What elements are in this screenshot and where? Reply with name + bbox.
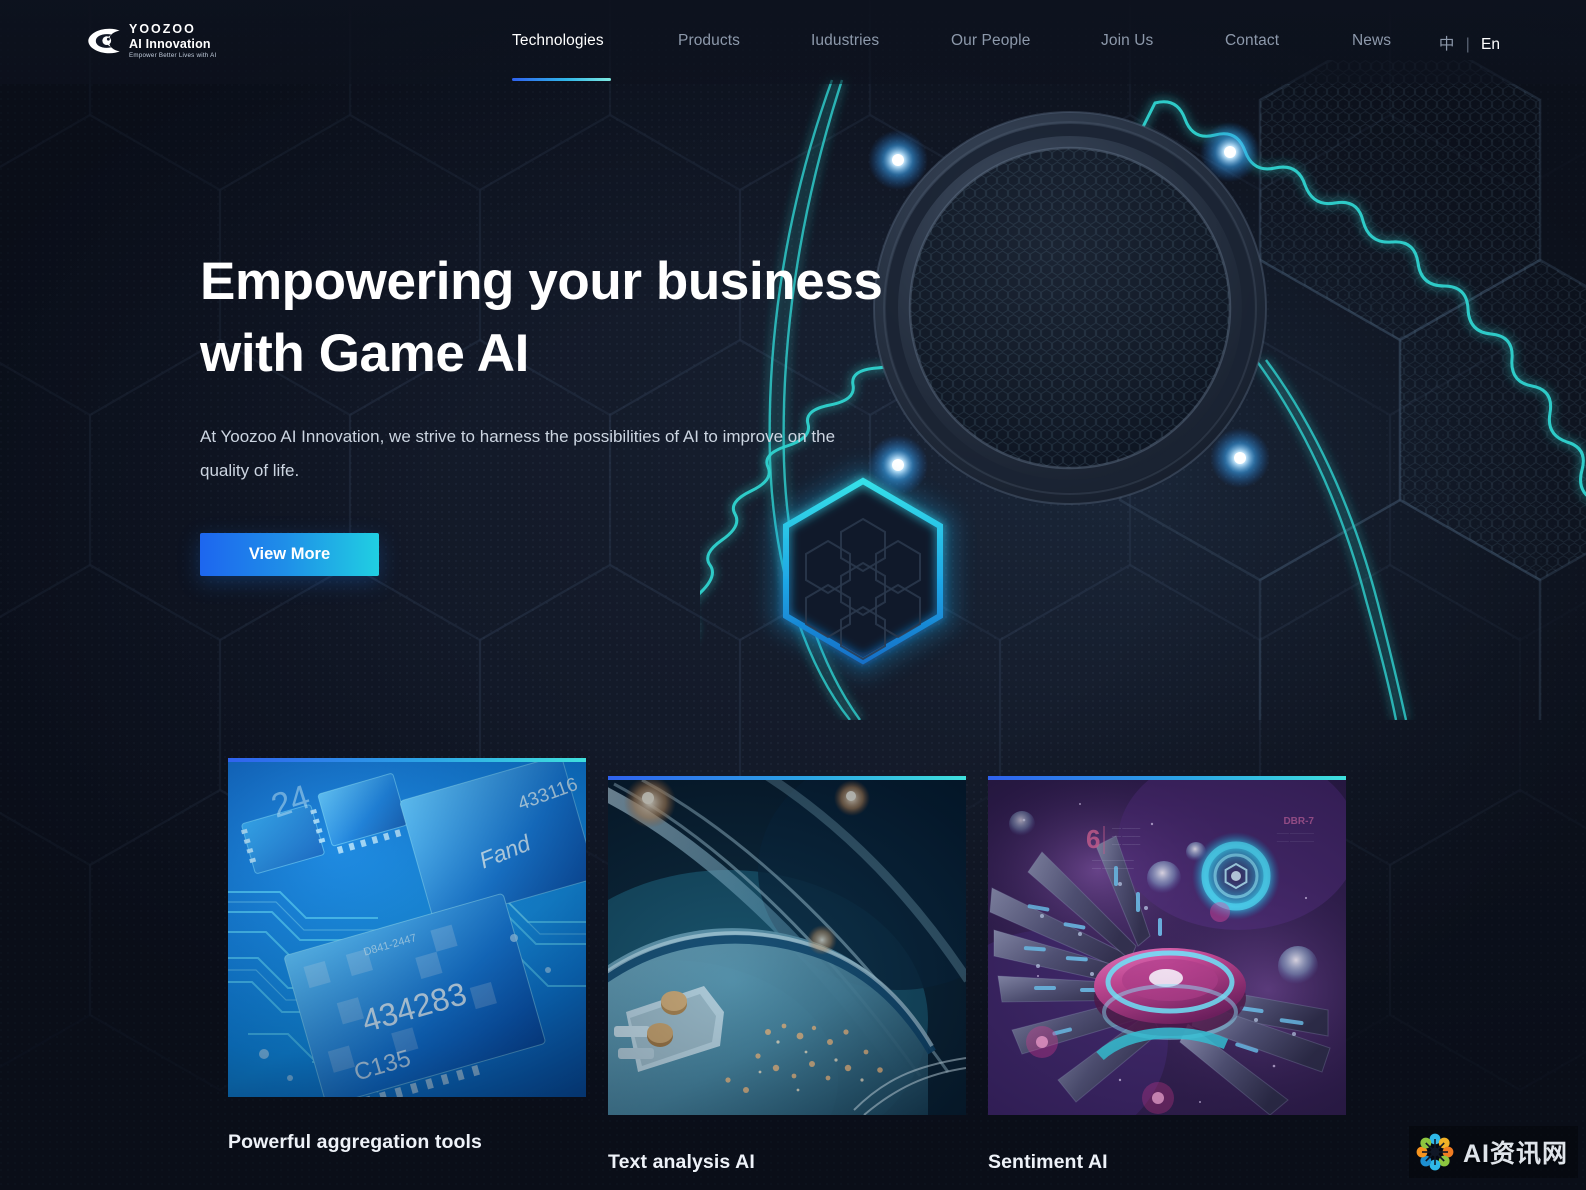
hero-title-line2: with Game AI [200, 324, 529, 384]
primary-navigation: Technologies Products Iudustries Our Peo… [0, 0, 1586, 84]
nav-item-news[interactable]: News [1352, 32, 1391, 50]
flower-petals-logo-icon [1416, 1133, 1454, 1171]
language-option-en[interactable]: En [1481, 36, 1500, 53]
nav-item-industries[interactable]: Iudustries [811, 32, 879, 50]
card-image: 433116 Fand D841-2447 434283 [228, 762, 586, 1097]
language-option-cn[interactable]: 中 [1439, 36, 1455, 53]
card-title: Powerful aggregation tools [228, 1131, 482, 1153]
hero-title-line1: Empowering your business [200, 252, 883, 311]
hero-title: Empowering your business with Game AI [200, 246, 960, 390]
nav-item-products[interactable]: Products [678, 32, 740, 50]
page-root: YOOZOO AI Innovation Empower Better Live… [0, 0, 1586, 1190]
language-separator: | [1465, 36, 1470, 53]
card-powerful-aggregation-tools[interactable]: 433116 Fand D841-2447 434283 [228, 758, 586, 1154]
nav-item-contact[interactable]: Contact [1225, 32, 1279, 50]
card-title: Text analysis AI [608, 1151, 755, 1173]
card-title: Sentiment AI [988, 1151, 1108, 1173]
nav-item-join-us[interactable]: Join Us [1101, 32, 1153, 50]
nav-active-underline [512, 78, 611, 81]
hero-subtitle: At Yoozoo AI Innovation, we strive to ha… [200, 427, 836, 480]
site-header: YOOZOO AI Innovation Empower Better Live… [0, 0, 1586, 84]
view-more-button[interactable]: View More [200, 533, 379, 577]
hero-section: Empowering your business with Game AI At… [200, 246, 960, 577]
card-sentiment-ai[interactable]: 6 —— ———— —— ———— —— ———— —— ——————— —— … [988, 776, 1346, 1174]
card-image: 6 —— ———— —— ———— —— ———— —— ——————— —— … [988, 780, 1346, 1115]
watermark: AI资讯网 [1408, 1126, 1578, 1178]
nav-item-our-people[interactable]: Our People [951, 32, 1030, 50]
card-image [608, 780, 966, 1115]
watermark-text: AI资讯网 [1462, 1140, 1568, 1168]
nav-item-technologies[interactable]: Technologies [512, 32, 604, 50]
language-switcher[interactable]: 中 | En [1439, 32, 1500, 54]
card-text-analysis-ai[interactable]: Text analysis AI [608, 776, 966, 1174]
